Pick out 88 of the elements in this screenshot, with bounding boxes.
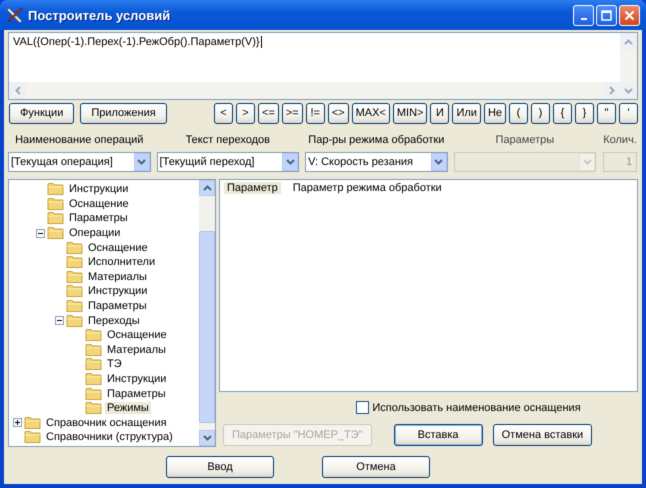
- checkbox-label[interactable]: Использовать наименование оснащения: [372, 402, 581, 414]
- tree-item[interactable]: Операции: [67, 227, 122, 240]
- tree-item[interactable]: Оснащение: [67, 198, 131, 210]
- tree-item[interactable]: Оснащение: [86, 242, 150, 254]
- checkbox[interactable]: [356, 401, 370, 414]
- action-button[interactable]: Вставка: [394, 424, 483, 446]
- folder-icon: [85, 342, 102, 357]
- field-label: Наименование операций: [15, 134, 144, 147]
- field-label: Текст переходов: [186, 134, 270, 147]
- folder-icon: [66, 255, 83, 270]
- close-icon: [624, 10, 635, 20]
- operator-button[interactable]: Не: [484, 102, 506, 124]
- folder-icon: [47, 226, 64, 240]
- toolbar-button[interactable]: Функции: [9, 102, 74, 124]
- maximize-button[interactable]: [596, 4, 617, 26]
- tree-item[interactable]: Режимы: [105, 402, 151, 414]
- scroll-down-icon[interactable]: [202, 435, 212, 441]
- folder-icon: [66, 284, 83, 298]
- dropdown[interactable]: [Текущий переход]: [156, 152, 300, 172]
- parameter-name[interactable]: Параметр: [224, 182, 281, 194]
- operator-button[interactable]: Или: [452, 102, 481, 124]
- folder-icon: [85, 386, 102, 401]
- text-cursor: [260, 36, 262, 48]
- scroll-up-icon[interactable]: [202, 185, 212, 191]
- operator-button[interactable]: MAX<: [352, 102, 390, 124]
- operator-button[interactable]: ': [619, 102, 638, 124]
- tools-icon: [6, 6, 24, 24]
- operator-button[interactable]: {: [553, 102, 572, 124]
- operator-button[interactable]: <: [214, 102, 234, 124]
- parameter-description: Параметр режима обработки: [292, 182, 442, 194]
- tree-item[interactable]: ТЭ: [105, 358, 124, 370]
- dialog-button[interactable]: Ввод: [166, 456, 274, 478]
- tree-item[interactable]: Параметры: [86, 300, 149, 312]
- field-label: Пар-ры режима обработки: [308, 134, 444, 147]
- expand-toggle-icon[interactable]: [13, 418, 22, 428]
- folder-icon: [47, 182, 64, 196]
- dropdown[interactable]: [Текущая операция]: [8, 152, 151, 172]
- folder-icon: [47, 211, 64, 226]
- folder-icon: [85, 372, 102, 386]
- field-label: Параметры: [496, 134, 554, 147]
- operator-button[interactable]: ): [531, 102, 550, 124]
- operator-button[interactable]: MIN>: [392, 102, 428, 124]
- tree-item[interactable]: Справочник оснащения: [44, 416, 169, 429]
- vertical-scrollbar[interactable]: [199, 180, 215, 446]
- folder-icon: [66, 240, 83, 255]
- tree-item[interactable]: Инструкции: [67, 183, 130, 196]
- expand-toggle-icon[interactable]: [55, 316, 64, 326]
- tree-item[interactable]: Исполнители: [86, 256, 158, 268]
- close-button[interactable]: [619, 4, 640, 26]
- maximize-icon: [601, 10, 612, 20]
- folder-icon: [47, 196, 64, 211]
- toolbar-button[interactable]: Приложения: [80, 102, 167, 124]
- minimize-icon: [580, 18, 586, 20]
- expand-toggle-icon[interactable]: [36, 228, 45, 238]
- tree-item[interactable]: Инструкции: [105, 373, 168, 386]
- minimize-button[interactable]: [573, 4, 594, 26]
- operator-button[interactable]: <=: [258, 102, 279, 124]
- operator-button[interactable]: >: [236, 102, 256, 124]
- tree-item[interactable]: Материалы: [86, 270, 149, 283]
- folder-icon: [85, 401, 102, 416]
- tree-item[interactable]: Параметры: [105, 388, 168, 400]
- folder-icon: [24, 430, 41, 444]
- expression-editor[interactable]: VAL({Опер(-1).Перех(-1).РежОбр().Параметр(V)}: [8, 32, 638, 100]
- operator-button[interactable]: >=: [282, 102, 303, 124]
- folder-icon: [85, 328, 102, 342]
- tree-item[interactable]: Параметры: [67, 212, 130, 224]
- operator-button[interactable]: ": [597, 102, 616, 124]
- operator-button[interactable]: (: [509, 102, 528, 124]
- tree-item[interactable]: Материалы: [105, 344, 168, 356]
- operator-button[interactable]: }: [575, 102, 594, 124]
- folder-icon: [66, 314, 83, 328]
- folder-icon: [66, 299, 83, 314]
- operator-button[interactable]: И: [430, 102, 450, 124]
- tree-item[interactable]: Инструкции: [86, 285, 150, 298]
- operator-button[interactable]: <>: [328, 102, 349, 124]
- action-button[interactable]: Отмена вставки: [492, 424, 592, 446]
- folder-icon: [85, 357, 102, 372]
- expression-text: VAL({Опер(-1).Перех(-1).РежОбр().Параметр(V)}: [13, 36, 260, 48]
- folder-icon: [66, 270, 83, 284]
- dialog-button[interactable]: Отмена: [322, 456, 430, 478]
- tree-item[interactable]: Переходы: [86, 314, 142, 327]
- operator-button[interactable]: !=: [306, 102, 325, 124]
- field-label: Колич.: [603, 134, 637, 147]
- tree-item[interactable]: Справочники (структура): [44, 431, 175, 444]
- dropdown[interactable]: V: Скорость резания: [305, 152, 448, 172]
- folder-icon: [24, 416, 41, 430]
- window-title: Построитель условий: [28, 8, 170, 22]
- tree-item[interactable]: Оснащение: [105, 329, 169, 342]
